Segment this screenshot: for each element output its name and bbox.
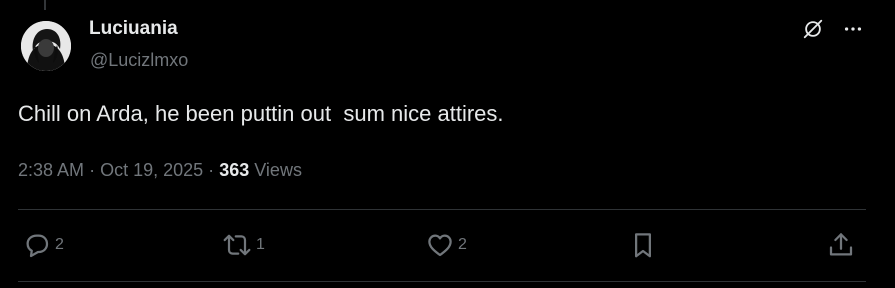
like-count: 2 (458, 236, 467, 253)
repost-icon (223, 234, 251, 256)
reply-button[interactable]: 2 (22, 226, 64, 264)
tweet-time[interactable]: 2:38 AM (18, 160, 84, 180)
divider-bottom (18, 281, 866, 282)
tweet-meta: 2:38 AM · Oct 19, 2025 · 363 Views (18, 158, 302, 182)
divider-top (18, 209, 866, 210)
reply-icon (26, 234, 49, 258)
meta-separator: · (89, 160, 96, 180)
grok-button[interactable] (800, 16, 826, 42)
display-name[interactable]: Luciuania (89, 17, 178, 41)
avatar[interactable] (21, 21, 71, 71)
grok-icon (803, 19, 823, 39)
views-label: Views (254, 160, 302, 180)
like-button[interactable]: 2 (425, 226, 467, 264)
reply-count: 2 (55, 236, 64, 253)
bookmark-button[interactable] (628, 226, 658, 264)
repost-button[interactable]: 1 (221, 226, 265, 264)
user-handle[interactable]: @Lucizlmxo (90, 48, 188, 72)
like-icon (428, 234, 452, 257)
thread-line (44, 0, 46, 10)
views-count: 363 (219, 160, 250, 180)
bookmark-icon (635, 233, 651, 258)
meta-separator: · (208, 160, 215, 180)
tweet-text: Chill on Arda, he been puttin out sum ni… (18, 101, 504, 126)
repost-count: 1 (256, 236, 265, 253)
more-icon (844, 27, 862, 31)
tweet-date[interactable]: Oct 19, 2025 (100, 160, 203, 180)
action-bar: 2 1 2 (18, 226, 866, 264)
share-icon (829, 233, 853, 256)
share-button[interactable] (826, 226, 856, 264)
more-button[interactable] (840, 16, 866, 42)
